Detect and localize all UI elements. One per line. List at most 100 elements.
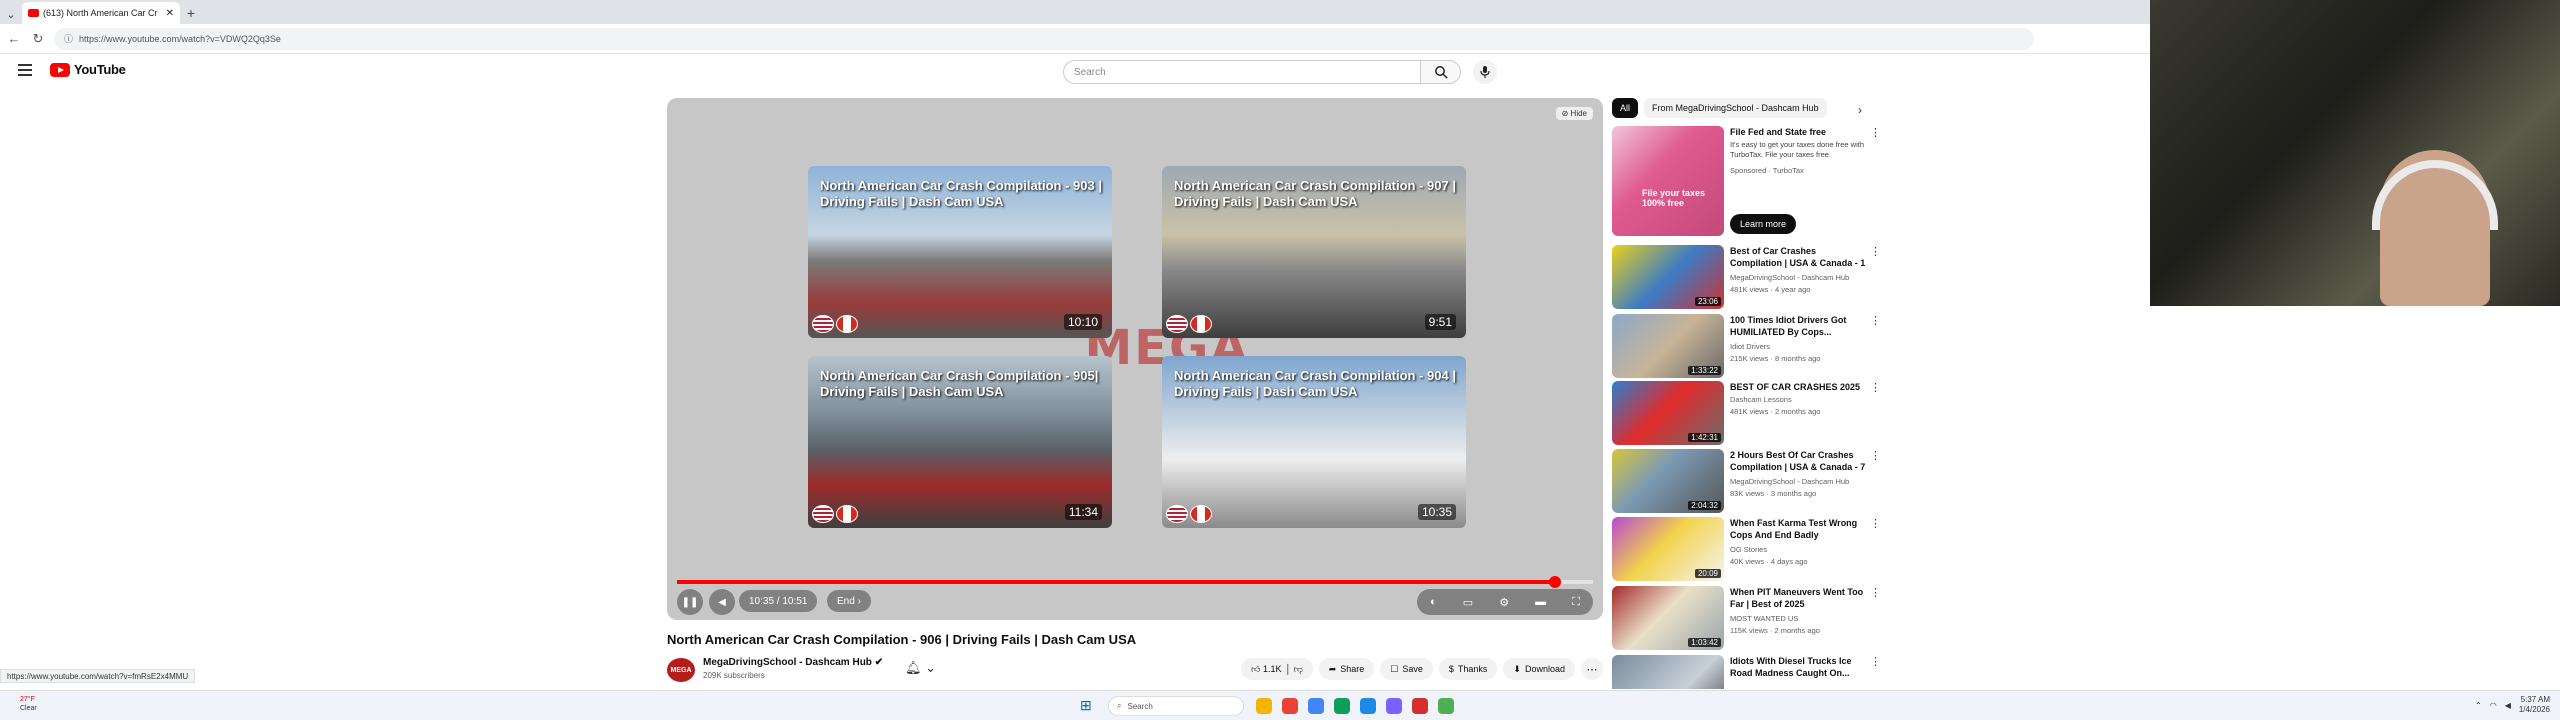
recommended-video[interactable]: 20:09 When Fast Karma Test Wrong Cops An… bbox=[1612, 517, 1882, 581]
new-tab-button[interactable]: + bbox=[180, 2, 202, 24]
share-button[interactable]: ➦ Share bbox=[1318, 658, 1375, 680]
save-button[interactable]: ☐ Save bbox=[1380, 658, 1433, 680]
us-flag-icon bbox=[1166, 505, 1188, 523]
end-screen-video-4[interactable]: North American Car Crash Compilation - 9… bbox=[1162, 356, 1466, 528]
end-screen-video-1[interactable]: North American Car Crash Compilation - 9… bbox=[808, 166, 1112, 338]
browser-tab[interactable]: (613) North American Car Cr ✕ bbox=[22, 2, 180, 24]
like-button[interactable]: 👍︎ 1.1K bbox=[1251, 664, 1281, 675]
volume-icon[interactable]: ◀ bbox=[2505, 701, 2511, 710]
reload-icon[interactable]: ↻ bbox=[30, 31, 46, 47]
more-options-icon[interactable]: ⋮ bbox=[1870, 517, 1881, 530]
volume-icon: ◀ bbox=[718, 596, 726, 608]
taskbar-app-icon[interactable] bbox=[1334, 698, 1350, 714]
learn-more-button[interactable]: Learn more bbox=[1730, 214, 1797, 234]
video-thumbnail bbox=[1612, 655, 1724, 689]
voice-search-button[interactable] bbox=[1473, 60, 1497, 84]
taskbar-app-icon[interactable] bbox=[1386, 698, 1402, 714]
more-options-icon[interactable]: ⋮ bbox=[1870, 586, 1881, 599]
video-player[interactable]: ⊘ Hide MEGA North American Car Crash Com… bbox=[667, 98, 1603, 620]
recommended-video[interactable]: 1:03:42 When PIT Maneuvers Went Too Far … bbox=[1612, 586, 1882, 650]
menu-icon[interactable] bbox=[18, 64, 32, 76]
video-thumbnail: 2:04:32 bbox=[1612, 449, 1724, 513]
taskbar-app-icon[interactable] bbox=[1282, 698, 1298, 714]
video-meta: 83K views · 3 months ago bbox=[1730, 489, 1817, 498]
duration: 20:09 bbox=[1694, 569, 1721, 578]
more-options-icon[interactable]: ⋮ bbox=[1870, 245, 1881, 258]
scrubber-handle[interactable] bbox=[1548, 576, 1561, 588]
thanks-label: Thanks bbox=[1457, 664, 1488, 674]
end-screen-video-3[interactable]: North American Car Crash Compilation - 9… bbox=[808, 356, 1112, 528]
autoplay-toggle-icon[interactable]: ◐ bbox=[1430, 596, 1437, 608]
subtitles-icon[interactable]: ▭ bbox=[1463, 596, 1473, 609]
recommended-video[interactable]: 2:04:32 2 Hours Best Of Car Crashes Comp… bbox=[1612, 449, 1882, 513]
url-text: https://www.youtube.com/watch?v=VDWQ2Qq3… bbox=[79, 33, 281, 44]
close-tab-icon[interactable]: ✕ bbox=[166, 8, 174, 19]
taskbar-app-icon[interactable] bbox=[1438, 698, 1454, 714]
dislike-button[interactable]: │ 👎︎ bbox=[1285, 664, 1302, 675]
chip-all[interactable]: All bbox=[1612, 98, 1639, 118]
youtube-favicon-icon bbox=[28, 9, 39, 17]
network-icon[interactable]: ◠ bbox=[2490, 701, 2497, 710]
site-info-icon[interactable]: ⓘ bbox=[64, 32, 73, 45]
weather-widget[interactable]: 27°F Clear bbox=[20, 695, 37, 713]
taskbar-app-icon[interactable] bbox=[1360, 698, 1376, 714]
hide-end-screen-button[interactable]: ⊘ Hide bbox=[1555, 107, 1593, 120]
recommended-video[interactable]: 1:42:31 BEST OF CAR CRASHES 2025 Dashcam… bbox=[1612, 381, 1882, 445]
more-actions-icon[interactable]: ⋯ bbox=[1581, 658, 1603, 680]
video-meta: 115K views · 2 months ago bbox=[1730, 626, 1820, 635]
chip-from-channel[interactable]: From MegaDrivingSchool - Dashcam Hub bbox=[1644, 98, 1827, 118]
duration: 1:33:22 bbox=[1688, 366, 1721, 375]
more-options-icon[interactable]: ⋮ bbox=[1870, 126, 1881, 139]
url-field[interactable]: ⓘ https://www.youtube.com/watch?v=VDWQ2Q… bbox=[54, 27, 2034, 50]
chapter-button[interactable]: End › bbox=[827, 590, 871, 612]
pause-icon: ❚❚ bbox=[681, 596, 699, 608]
mute-button[interactable]: ◀ bbox=[709, 589, 735, 615]
channel-name: Dashcam Lessons bbox=[1730, 395, 1792, 404]
flags bbox=[812, 505, 858, 523]
subscriber-count: 209K subscribers bbox=[703, 671, 765, 680]
recommended-video[interactable]: 23:06 Best of Car Crashes Compilation | … bbox=[1612, 245, 1882, 309]
video-meta: 481K views · 4 year ago bbox=[1730, 285, 1811, 294]
clock[interactable]: 5:37 AM 1/4/2026 bbox=[2519, 695, 2550, 715]
search-input[interactable]: Search bbox=[1063, 60, 1421, 84]
progress-bar[interactable] bbox=[677, 576, 1593, 588]
channel-avatar[interactable]: MEGA bbox=[667, 658, 695, 682]
taskbar-app-icon[interactable] bbox=[1308, 698, 1324, 714]
thanks-button[interactable]: $ Thanks bbox=[1438, 658, 1498, 680]
channel-name: MegaDrivingSchool - Dashcam Hub bbox=[1730, 273, 1850, 282]
channel-name[interactable]: MegaDrivingSchool - Dashcam Hub ✔ bbox=[703, 657, 883, 668]
more-options-icon[interactable]: ⋮ bbox=[1870, 655, 1881, 668]
taskbar-app-icon[interactable] bbox=[1412, 698, 1428, 714]
ad-sponsor: Sponsored · TurboTax bbox=[1730, 166, 1804, 175]
search-icon bbox=[1434, 66, 1448, 79]
sponsored-ad[interactable]: File your taxes 100% free File Fed and St… bbox=[1612, 126, 1882, 240]
more-options-icon[interactable]: ⋮ bbox=[1870, 449, 1881, 462]
video-thumbnail: 1:33:22 bbox=[1612, 314, 1724, 378]
microphone-icon bbox=[1480, 66, 1490, 78]
taskbar-app-icon[interactable] bbox=[1256, 698, 1272, 714]
settings-gear-icon[interactable]: ⚙ bbox=[1499, 596, 1509, 609]
start-menu-icon[interactable]: ⊞ bbox=[1080, 697, 1092, 714]
notification-bell-icon[interactable]: 🔔︎ ⌄ bbox=[905, 660, 936, 676]
channel-name: MegaDrivingSchool - Dashcam Hub bbox=[1730, 477, 1850, 486]
tray-chevron-icon[interactable]: ⌃ bbox=[2475, 701, 2482, 710]
youtube-logo[interactable]: YouTube bbox=[50, 62, 126, 77]
more-options-icon[interactable]: ⋮ bbox=[1870, 381, 1881, 394]
back-icon[interactable]: ← bbox=[6, 31, 22, 46]
more-options-icon[interactable]: ⋮ bbox=[1870, 314, 1881, 327]
address-bar: ← ↻ ⓘ https://www.youtube.com/watch?v=VD… bbox=[0, 24, 2150, 54]
theater-mode-icon[interactable]: ▬ bbox=[1535, 596, 1546, 608]
taskbar-search[interactable]: ⌕ Search bbox=[1108, 696, 1244, 716]
recommended-video[interactable]: 1:33:22 100 Times Idiot Drivers Got HUMI… bbox=[1612, 314, 1882, 378]
tab-list-chevron-icon[interactable]: ⌄ bbox=[0, 4, 22, 24]
fullscreen-icon[interactable]: ⛶ bbox=[1572, 596, 1580, 609]
chips-next-icon[interactable]: › bbox=[1858, 103, 1862, 117]
pause-button[interactable]: ❚❚ bbox=[677, 589, 703, 615]
video-title: 2 Hours Best Of Car Crashes Compilation … bbox=[1730, 450, 1866, 472]
system-tray: ⌃ ◠ ◀ 5:37 AM 1/4/2026 bbox=[2475, 695, 2550, 715]
channel-row: MEGA MegaDrivingSchool - Dashcam Hub ✔ 2… bbox=[667, 656, 1603, 684]
search-button[interactable] bbox=[1421, 60, 1461, 84]
end-screen-video-2[interactable]: North American Car Crash Compilation - 9… bbox=[1162, 166, 1466, 338]
download-button[interactable]: ⬇ Download bbox=[1503, 658, 1575, 680]
recommended-video[interactable]: Idiots With Diesel Trucks Ice Road Madne… bbox=[1612, 655, 1882, 689]
